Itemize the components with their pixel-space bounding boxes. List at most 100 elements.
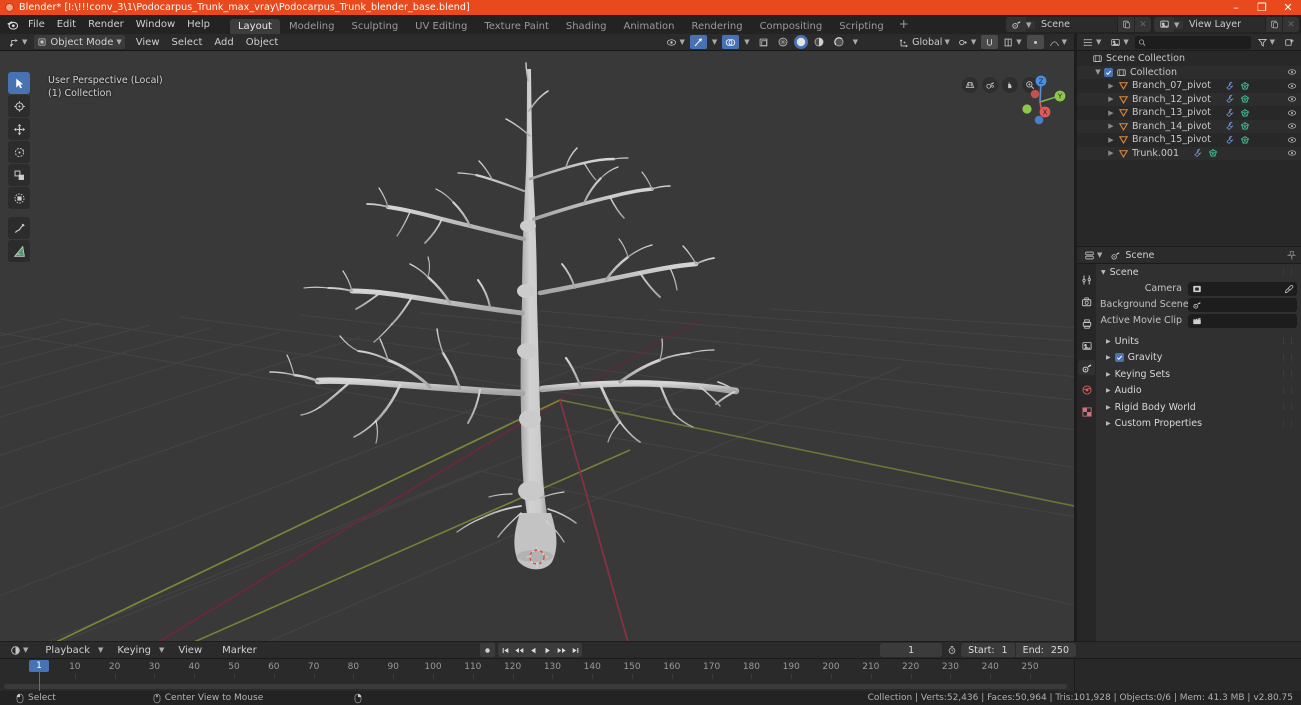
properties-panel-rigid-body-world[interactable]: ▶ Rigid Body World ⋮⋮ xyxy=(1096,399,1301,416)
rotate-tool-button[interactable] xyxy=(8,141,30,163)
disclosure-triangle-icon[interactable]: ▶ xyxy=(1107,109,1115,117)
close-button[interactable]: ✕ xyxy=(1275,0,1301,15)
scene-field-input[interactable] xyxy=(1188,297,1297,312)
transform-tool-button[interactable] xyxy=(8,187,30,209)
transform-orientation-selector[interactable]: Global ▼ xyxy=(896,35,953,49)
workspace-tab-animation[interactable]: Animation xyxy=(616,19,683,34)
outliner-row[interactable]: ▶ Branch_12_pivot xyxy=(1077,92,1301,106)
outliner-row[interactable]: ▶ Branch_13_pivot xyxy=(1077,106,1301,120)
properties-tab-texture[interactable] xyxy=(1078,404,1095,419)
outliner-visibility-toggle[interactable] xyxy=(1287,94,1297,104)
workspace-tab-sculpting[interactable]: Sculpting xyxy=(343,19,406,34)
shading-solid-button[interactable] xyxy=(793,35,808,49)
outliner-visibility-toggle[interactable] xyxy=(1287,67,1297,77)
shading-options-button[interactable]: ▼ xyxy=(850,35,861,49)
viewport-menu-add[interactable]: Add xyxy=(208,35,239,50)
properties-editor[interactable]: ▼ Scene ▼ Scene ⋮⋮ Camera Background Sce… xyxy=(1077,247,1301,641)
jump-to-next-keyframe-button[interactable] xyxy=(554,643,568,657)
scale-tool-button[interactable] xyxy=(8,164,30,186)
outliner-visibility-toggle[interactable] xyxy=(1287,135,1297,145)
outliner-search-box[interactable] xyxy=(1134,35,1251,49)
outliner-row[interactable]: ▼ Collection xyxy=(1077,65,1301,79)
tweak-select-tool-button[interactable] xyxy=(8,72,30,94)
gizmo-options-button[interactable]: ▼ xyxy=(709,35,720,49)
outliner-visibility-toggle[interactable] xyxy=(1287,81,1297,91)
camera-view-icon[interactable] xyxy=(982,77,998,93)
workspace-tab-modeling[interactable]: Modeling xyxy=(281,19,343,34)
disclosure-triangle-icon[interactable]: ▼ xyxy=(1094,68,1102,76)
workspace-tab-shading[interactable]: Shading xyxy=(558,19,615,34)
outliner-visibility-toggle[interactable] xyxy=(1287,148,1297,158)
remove-view-layer-button[interactable]: ✕ xyxy=(1282,17,1299,32)
jump-to-start-button[interactable] xyxy=(498,643,512,657)
properties-tab-output[interactable] xyxy=(1078,316,1095,331)
object-type-visibility-button[interactable]: ▼ xyxy=(663,35,687,49)
timeline-menu-marker[interactable]: Marker xyxy=(216,643,263,658)
disclosure-triangle-icon[interactable]: ▶ xyxy=(1107,136,1115,144)
properties-panel-custom-properties[interactable]: ▶ Custom Properties ⋮⋮ xyxy=(1096,416,1301,433)
view-layer-name[interactable]: View Layer xyxy=(1183,17,1265,32)
outliner-visibility-toggle[interactable] xyxy=(1287,108,1297,118)
view-layer-selector[interactable]: ▼ View Layer ✕ xyxy=(1154,17,1299,32)
collection-enable-checkbox[interactable] xyxy=(1104,67,1113,77)
overlay-options-button[interactable]: ▼ xyxy=(741,35,752,49)
snap-settings-button[interactable]: ▼ xyxy=(1000,35,1024,49)
scene-selector[interactable]: ▼ Scene ✕ xyxy=(1006,17,1151,32)
3d-viewport[interactable]: ▼ Object Mode ▼ View Select Add Object Glob… xyxy=(0,34,1074,641)
scene-name[interactable]: Scene xyxy=(1035,17,1117,32)
mesh-data-icon[interactable] xyxy=(1240,108,1250,118)
mesh-data-icon[interactable] xyxy=(1240,135,1250,145)
proportional-falloff-selector[interactable]: ▼ xyxy=(1046,35,1070,49)
outliner-editor-type-button[interactable]: ▼ xyxy=(1080,35,1104,49)
modifier-wrench-icon[interactable] xyxy=(1225,108,1235,118)
navigation-axis-gizmo[interactable]: Z Y X xyxy=(1011,73,1069,131)
add-workspace-button[interactable]: + xyxy=(893,17,915,32)
outliner-row[interactable]: ▶ Trunk.001 xyxy=(1077,146,1301,160)
toggle-camera-grid-icon[interactable] xyxy=(962,77,978,93)
menu-edit[interactable]: Edit xyxy=(51,17,82,32)
measure-tool-button[interactable] xyxy=(8,240,30,262)
proportional-editing-toggle[interactable] xyxy=(1026,35,1044,49)
editor-type-selector[interactable]: ▼ xyxy=(6,35,30,49)
outliner-row[interactable]: ▶ Branch_07_pivot xyxy=(1077,79,1301,93)
workspace-tab-uv-editing[interactable]: UV Editing xyxy=(407,19,475,34)
modifier-wrench-icon[interactable] xyxy=(1193,148,1203,158)
eyedropper-icon[interactable] xyxy=(1284,284,1294,294)
start-frame-field[interactable]: Start: 1 xyxy=(961,643,1016,657)
timeline-horizontal-scrollbar[interactable] xyxy=(4,684,1067,689)
outliner-row[interactable]: ▶ Branch_14_pivot xyxy=(1077,119,1301,133)
new-scene-button[interactable] xyxy=(1117,17,1134,32)
modifier-wrench-icon[interactable] xyxy=(1225,121,1235,131)
shading-rendered-button[interactable] xyxy=(830,35,848,49)
maximize-button[interactable]: ❐ xyxy=(1249,0,1275,15)
properties-tab-world[interactable] xyxy=(1078,382,1095,397)
modifier-wrench-icon[interactable] xyxy=(1225,81,1235,91)
properties-tab-tool[interactable] xyxy=(1078,272,1095,287)
timeline-menu-playback[interactable]: Playback xyxy=(39,643,96,658)
outliner-filter-button[interactable]: ▼ xyxy=(1254,35,1278,49)
play-reverse-button[interactable] xyxy=(526,643,540,657)
viewport-menu-view[interactable]: View xyxy=(130,35,166,50)
mesh-data-icon[interactable] xyxy=(1240,121,1250,131)
disclosure-triangle-icon[interactable]: ▶ xyxy=(1107,122,1115,130)
show-gizmo-button[interactable] xyxy=(689,35,707,49)
window-controls[interactable]: – ❐ ✕ xyxy=(1223,0,1301,15)
disclosure-triangle-icon[interactable]: ▶ xyxy=(1107,149,1115,157)
mesh-data-icon[interactable] xyxy=(1240,94,1250,104)
timeline-playhead[interactable]: 1 xyxy=(29,660,49,672)
viewport-menu-object[interactable]: Object xyxy=(240,35,285,50)
jump-to-end-button[interactable] xyxy=(568,643,582,657)
properties-panel-audio[interactable]: ▶ Audio ⋮⋮ xyxy=(1096,383,1301,400)
outliner-editor[interactable]: ▼ ▼ ▼ Scene Collection ▼ Collection ▶ Branch… xyxy=(1077,34,1301,246)
jump-to-prev-keyframe-button[interactable] xyxy=(512,643,526,657)
menu-file[interactable]: File xyxy=(22,17,51,32)
frame-range-fields[interactable]: Start: 1 End: 250 xyxy=(961,643,1076,657)
timeline-menu-keying[interactable]: Keying xyxy=(111,643,157,658)
show-overlays-button[interactable] xyxy=(722,35,740,49)
timeline-ruler[interactable]: 10 20 30 40 50 60 70 80 90 100 110 120 130 140 150 160 1… xyxy=(0,659,1075,691)
workspace-tab-compositing[interactable]: Compositing xyxy=(752,19,831,34)
blender-logo-icon[interactable] xyxy=(2,15,22,34)
properties-editor-type-button[interactable]: ▼ xyxy=(1081,248,1105,262)
outliner-new-collection-button[interactable] xyxy=(1281,35,1298,49)
interaction-mode-selector[interactable]: Object Mode ▼ xyxy=(34,35,125,49)
